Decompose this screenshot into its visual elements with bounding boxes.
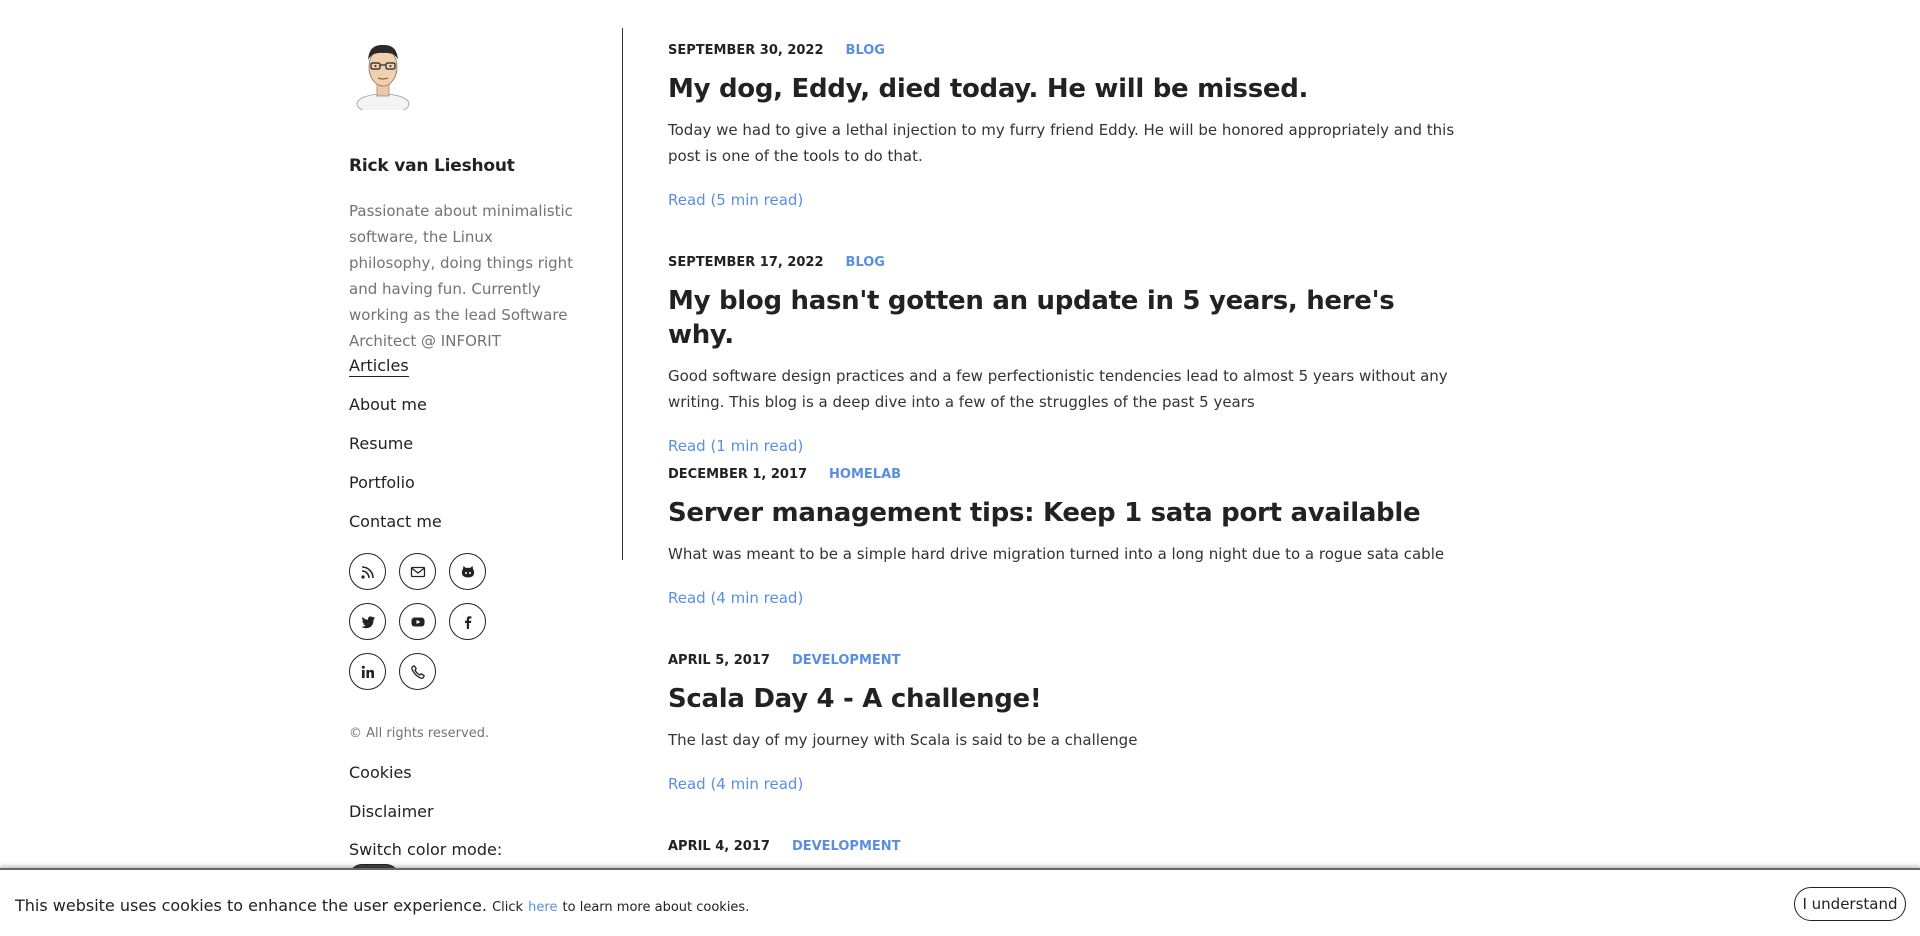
disclaimer-link[interactable]: Disclaimer	[349, 801, 434, 840]
post-date: APRIL 5, 2017	[668, 653, 770, 668]
nav-item-label: Portfolio	[349, 473, 415, 492]
author-name: Rick van Lieshout	[349, 156, 515, 176]
rss-icon	[360, 565, 374, 579]
nav-item-label: Contact me	[349, 512, 442, 531]
read-more-link[interactable]: Read (1 min read)	[668, 435, 1458, 457]
facebook-icon	[464, 615, 471, 629]
accept-cookies-button[interactable]: I understand	[1794, 887, 1906, 921]
cookie-click-text: Click	[492, 900, 524, 915]
post-title[interactable]: Server management tips: Keep 1 sata port…	[668, 496, 1458, 530]
nav-item-about-me[interactable]: About me	[349, 394, 442, 433]
youtube-icon	[411, 617, 424, 626]
post-excerpt: The last day of my journey with Scala is…	[668, 731, 1138, 749]
sidebar: Rick van Lieshout Passionate about minim…	[349, 28, 623, 890]
post-meta: APRIL 4, 2017 DEVELOPMENT	[668, 838, 1458, 856]
copyright: © All rights reserved.	[349, 726, 490, 741]
read-more-link[interactable]: Read (4 min read)	[668, 587, 1458, 609]
author-bio: Passionate about minimalistic software, …	[349, 202, 574, 350]
nav-item-label: Resume	[349, 434, 414, 453]
cookie-rest-text: to learn more about cookies.	[562, 900, 750, 915]
author-avatar[interactable]	[355, 34, 411, 110]
read-more-link[interactable]: Read (4 min read)	[668, 773, 1458, 795]
post-item: APRIL 5, 2017 DEVELOPMENT Scala Day 4 - A…	[668, 652, 1458, 795]
nav-item-portfolio[interactable]: Portfolio	[349, 472, 442, 511]
email-link[interactable]	[399, 553, 436, 590]
linkedin-icon	[361, 665, 374, 678]
post-meta: APRIL 5, 2017 DEVELOPMENT	[668, 652, 1458, 670]
cookies-link[interactable]: Cookies	[349, 762, 434, 801]
post-date: SEPTEMBER 30, 2022	[668, 43, 824, 58]
post-category[interactable]: DEVELOPMENT	[792, 839, 901, 854]
phone-link[interactable]	[399, 653, 436, 690]
post-category[interactable]: BLOG	[846, 43, 885, 58]
post-item: DECEMBER 1, 2017 HOMELAB Server managemen…	[668, 466, 1458, 609]
post-category[interactable]: HOMELAB	[829, 467, 901, 482]
post-meta: SEPTEMBER 30, 2022 BLOG	[668, 42, 1458, 60]
rss-link[interactable]	[349, 553, 386, 590]
post-excerpt: Good software design practices and a few…	[668, 367, 1448, 411]
post-title[interactable]: Scala Day 4 - A challenge!	[668, 682, 1458, 716]
post-item: APRIL 4, 2017 DEVELOPMENT	[668, 838, 1458, 856]
social-links	[349, 553, 549, 703]
post-category[interactable]: DEVELOPMENT	[792, 653, 901, 668]
nav-item-articles[interactable]: Articles	[349, 355, 442, 394]
linkedin-link[interactable]	[349, 653, 386, 690]
facebook-link[interactable]	[449, 603, 486, 640]
post-excerpt: What was meant to be a simple hard drive…	[668, 545, 1445, 563]
twitter-icon	[360, 615, 375, 628]
post-item: SEPTEMBER 17, 2022 BLOG My blog hasn't go…	[668, 254, 1458, 457]
color-mode-label: Switch color mode:	[349, 840, 503, 859]
post-date: APRIL 4, 2017	[668, 839, 770, 854]
post-meta: DECEMBER 1, 2017 HOMELAB	[668, 466, 1458, 484]
nav-item-resume[interactable]: Resume	[349, 433, 442, 472]
github-icon	[461, 565, 474, 577]
nav-item-contact-me[interactable]: Contact me	[349, 511, 442, 550]
twitter-link[interactable]	[349, 603, 386, 640]
cookie-learn-more-link[interactable]: here	[528, 900, 557, 915]
post-title[interactable]: My dog, Eddy, died today. He will be mis…	[668, 72, 1458, 106]
nav-item-label: Articles	[349, 356, 409, 377]
mail-icon	[410, 566, 425, 577]
post-title[interactable]: My blog hasn't gotten an update in 5 yea…	[668, 284, 1458, 352]
footer-links: Cookies Disclaimer	[349, 762, 434, 840]
post-category[interactable]: BLOG	[846, 255, 885, 270]
cookie-text: This website uses cookies to enhance the…	[15, 896, 487, 915]
github-link[interactable]	[449, 553, 486, 590]
post-excerpt: Today we had to give a lethal injection …	[668, 121, 1455, 165]
main-nav: Articles About me Resume Portfolio Conta…	[349, 355, 442, 550]
post-meta: SEPTEMBER 17, 2022 BLOG	[668, 254, 1458, 272]
nav-item-label: About me	[349, 395, 427, 414]
post-date: SEPTEMBER 17, 2022	[668, 255, 824, 270]
cookie-message: This website uses cookies to enhance the…	[15, 896, 749, 915]
post-item: SEPTEMBER 30, 2022 BLOG My dog, Eddy, die…	[668, 42, 1458, 211]
phone-icon	[410, 664, 425, 679]
post-date: DECEMBER 1, 2017	[668, 467, 808, 482]
youtube-link[interactable]	[399, 603, 436, 640]
read-more-link[interactable]: Read (5 min read)	[668, 189, 1458, 211]
cookie-banner: This website uses cookies to enhance the…	[0, 868, 1920, 936]
